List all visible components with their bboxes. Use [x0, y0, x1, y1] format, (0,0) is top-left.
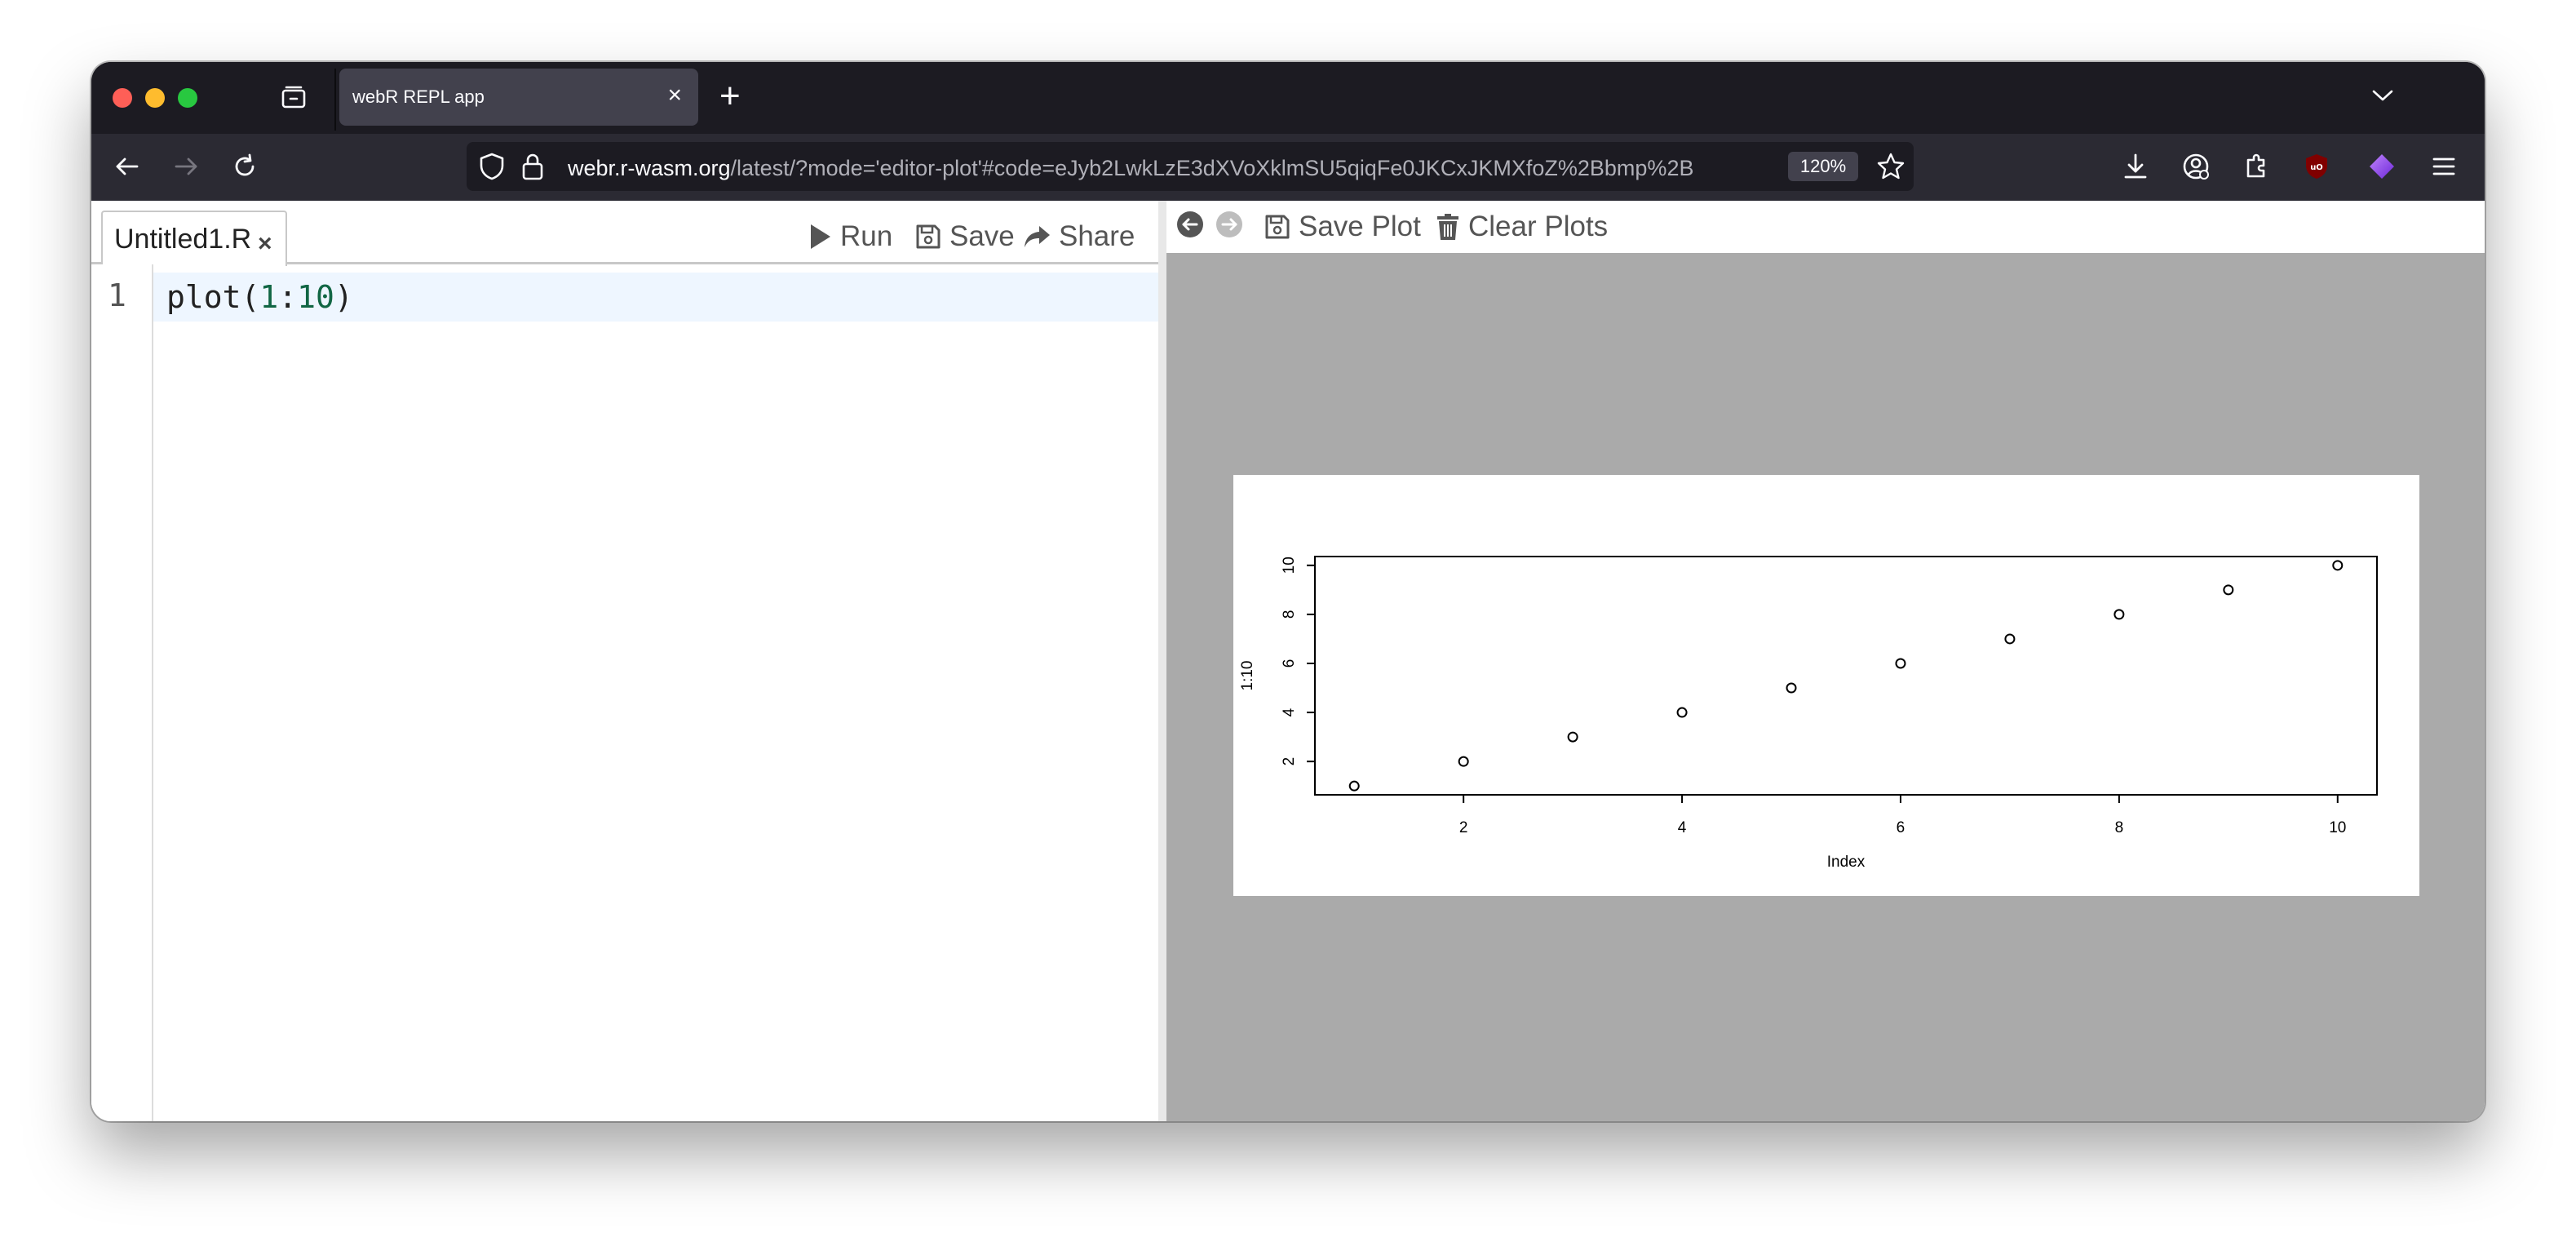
code-token-operator: : — [278, 279, 298, 315]
share-button[interactable]: Share — [1023, 219, 1135, 255]
extensions-icon[interactable] — [2242, 152, 2271, 181]
tab-separator — [334, 69, 336, 131]
run-label: Run — [840, 220, 893, 252]
shield-icon[interactable] — [478, 152, 506, 181]
data-point — [1676, 707, 1688, 718]
clear-plots-label: Clear Plots — [1468, 211, 1609, 242]
clear-plots-button[interactable]: Clear Plots — [1436, 209, 1608, 245]
svg-text:uO: uO — [2310, 163, 2323, 172]
y-tick-label: 8 — [1281, 610, 1298, 619]
data-point — [2113, 609, 2125, 620]
chevron-down-icon[interactable] — [2370, 83, 2395, 108]
url-host: webr.r-wasm.org — [568, 156, 731, 180]
tab-title: webR REPL app — [352, 86, 485, 107]
run-button[interactable]: Run — [808, 219, 892, 255]
data-point — [1567, 731, 1578, 743]
play-icon — [811, 224, 830, 249]
browser-window: webR REPL app × + webr.r-wasm.org/latest… — [91, 62, 2485, 1121]
url-path: /latest/?mode='editor-plot'#code=eJyb2Lw… — [730, 156, 1694, 180]
y-axis-label: 1:10 — [1239, 661, 1256, 691]
save-icon — [916, 224, 941, 249]
file-tab-untitled1[interactable]: Untitled1.R × — [101, 211, 287, 266]
code-line-1[interactable]: plot(1:10) — [166, 279, 353, 315]
save-plot-button[interactable]: Save Plot — [1264, 209, 1421, 245]
lock-icon[interactable] — [520, 152, 545, 181]
address-bar[interactable]: webr.r-wasm.org/latest/?mode='editor-plo… — [467, 142, 1914, 191]
y-tick-label: 2 — [1281, 757, 1298, 766]
save-plot-label: Save Plot — [1299, 211, 1421, 242]
data-point — [2223, 584, 2234, 596]
data-point — [1786, 682, 1797, 694]
trash-icon — [1437, 214, 1458, 240]
data-point — [1895, 658, 1906, 669]
file-tab-label: Untitled1.R — [114, 224, 252, 255]
x-tick-label: 2 — [1459, 819, 1468, 836]
zoom-level-badge[interactable]: 120% — [1788, 152, 1858, 181]
plot-toolbar: Save Plot Clear Plots — [1166, 201, 2485, 253]
line-number-gutter: 1 — [91, 264, 153, 1121]
y-axis: 2 4 6 8 10 — [1281, 557, 1316, 766]
tab-bar: webR REPL app × + — [91, 62, 2485, 134]
data-point — [1458, 756, 1469, 767]
line-number: 1 — [108, 277, 126, 313]
url-text[interactable]: webr.r-wasm.org/latest/?mode='editor-plo… — [568, 156, 1775, 180]
code-token-paren: ) — [334, 279, 353, 315]
y-tick-label: 6 — [1281, 659, 1298, 668]
data-point — [2332, 560, 2344, 571]
x-axis: 2 4 6 8 10 — [1459, 794, 2346, 836]
bookmark-star-icon[interactable] — [1876, 152, 1905, 181]
scatter-plot: 2 4 6 8 10 2 4 6 8 10 Index 1:10 — [1239, 556, 2378, 871]
close-window-button[interactable] — [113, 88, 132, 108]
data-point — [2004, 633, 2016, 645]
downloads-icon[interactable] — [2121, 152, 2150, 181]
reload-icon[interactable] — [230, 152, 259, 181]
new-tab-button[interactable]: + — [719, 78, 741, 114]
nav-bar: webr.r-wasm.org/latest/?mode='editor-plo… — [91, 134, 2485, 201]
x-tick-label: 8 — [2115, 819, 2124, 836]
code-token-number: 10 — [297, 279, 334, 315]
save-button[interactable]: Save — [915, 219, 1015, 255]
pane-resize-handle[interactable] — [1158, 201, 1166, 1121]
page-content: Untitled1.R × Run Save Share 1 plot(1:10… — [91, 201, 2485, 1121]
x-axis-label: Index — [1827, 854, 1866, 871]
tab-close-button[interactable]: × — [667, 83, 682, 108]
y-tick-label: 10 — [1281, 557, 1298, 574]
code-editor-pane: Untitled1.R × Run Save Share 1 plot(1:10… — [91, 201, 1158, 1121]
save-icon — [1265, 215, 1290, 239]
extension-diamond-icon[interactable] — [2367, 152, 2397, 181]
minimize-window-button[interactable] — [145, 88, 165, 108]
plot-viewer-background: 2 4 6 8 10 2 4 6 8 10 Index 1:10 — [1166, 253, 2485, 1121]
file-tab-close-button[interactable]: × — [258, 230, 272, 258]
account-icon[interactable] — [2181, 152, 2211, 181]
save-label: Save — [949, 220, 1015, 252]
data-points — [1348, 560, 2344, 792]
plot-box — [1314, 556, 2378, 796]
data-point — [1348, 780, 1360, 792]
maximize-window-button[interactable] — [178, 88, 197, 108]
plot-canvas: 2 4 6 8 10 2 4 6 8 10 Index 1:10 — [1233, 475, 2419, 896]
x-tick-label: 10 — [2329, 819, 2346, 836]
ublock-origin-icon[interactable]: uO — [2302, 152, 2331, 181]
plot-pane: Save Plot Clear Plots 2 4 6 8 10 2 4 6 8… — [1166, 201, 2485, 1121]
browser-tab-active[interactable]: webR REPL app × — [339, 69, 698, 126]
forward-icon[interactable] — [171, 152, 201, 181]
code-token-function: plot( — [166, 279, 260, 315]
y-tick-label: 4 — [1281, 707, 1298, 716]
next-plot-icon[interactable] — [1215, 211, 1243, 238]
x-tick-label: 4 — [1678, 819, 1687, 836]
x-tick-label: 6 — [1897, 819, 1905, 836]
share-label: Share — [1059, 220, 1135, 252]
back-icon[interactable] — [113, 152, 142, 181]
editor-tab-strip: Untitled1.R × Run Save Share — [91, 201, 1158, 266]
share-icon — [1025, 226, 1050, 247]
menu-hamburger-icon[interactable] — [2429, 152, 2459, 181]
code-token-number: 1 — [259, 279, 279, 315]
tab-manager-icon[interactable] — [279, 83, 308, 113]
previous-plot-icon[interactable] — [1176, 211, 1204, 238]
